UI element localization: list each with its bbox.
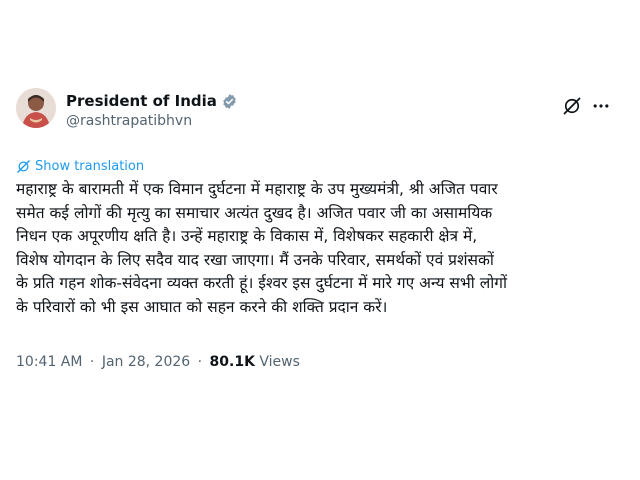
author-handle[interactable]: @rashtrapatibhvn: [66, 113, 238, 129]
tweet-time[interactable]: 10:41 AM: [16, 354, 82, 370]
tweet-text-line: निधन एक अपूरणीय क्षति है। उन्हें महाराष्…: [16, 227, 478, 245]
verified-badge-icon: [221, 93, 238, 110]
more-horizontal-icon[interactable]: [591, 96, 611, 116]
author-names: President of India @rashtrapatibhvn: [66, 91, 238, 129]
tweet-card: President of India @rashtrapatibhvn Show…: [16, 88, 616, 370]
display-name-row: President of India: [66, 91, 238, 111]
tweet-text-line: के प्रति गहन शोक-संवेदना व्यक्त करती हूं…: [16, 274, 507, 292]
tweet-text: महाराष्ट्र के बारामती में एक विमान दुर्घ…: [16, 178, 614, 319]
meta-separator: ·: [89, 354, 95, 370]
avatar[interactable]: [16, 88, 56, 128]
views-count[interactable]: 80.1K: [210, 354, 255, 370]
avatar-image: [16, 88, 56, 128]
tweet-text-line: विशेष योगदान के लिए सदैव याद रखा जाएगा। …: [16, 250, 494, 269]
show-translation-label[interactable]: Show translation: [35, 159, 144, 174]
translate-icon: [16, 159, 31, 174]
views-label: Views: [259, 354, 300, 370]
show-translation-button[interactable]: Show translation: [16, 157, 144, 175]
tweet-date[interactable]: Jan 28, 2026: [102, 354, 190, 370]
display-name[interactable]: President of India: [66, 92, 217, 110]
tweet-header: President of India @rashtrapatibhvn: [16, 88, 616, 134]
tweet-text-line: महाराष्ट्र के बारामती में एक विमान दुर्घ…: [16, 180, 498, 198]
tweet-meta: 10:41 AM · Jan 28, 2026 · 80.1K Views: [16, 354, 300, 370]
meta-separator: ·: [197, 354, 203, 370]
tweet-text-line: के परिवारों को भी इस आघात को सहन करने की…: [16, 297, 388, 316]
grok-icon[interactable]: [562, 96, 582, 116]
tweet-text-line: समेत कई लोगों की मृत्यु का समाचार अत्यंत…: [16, 203, 493, 222]
